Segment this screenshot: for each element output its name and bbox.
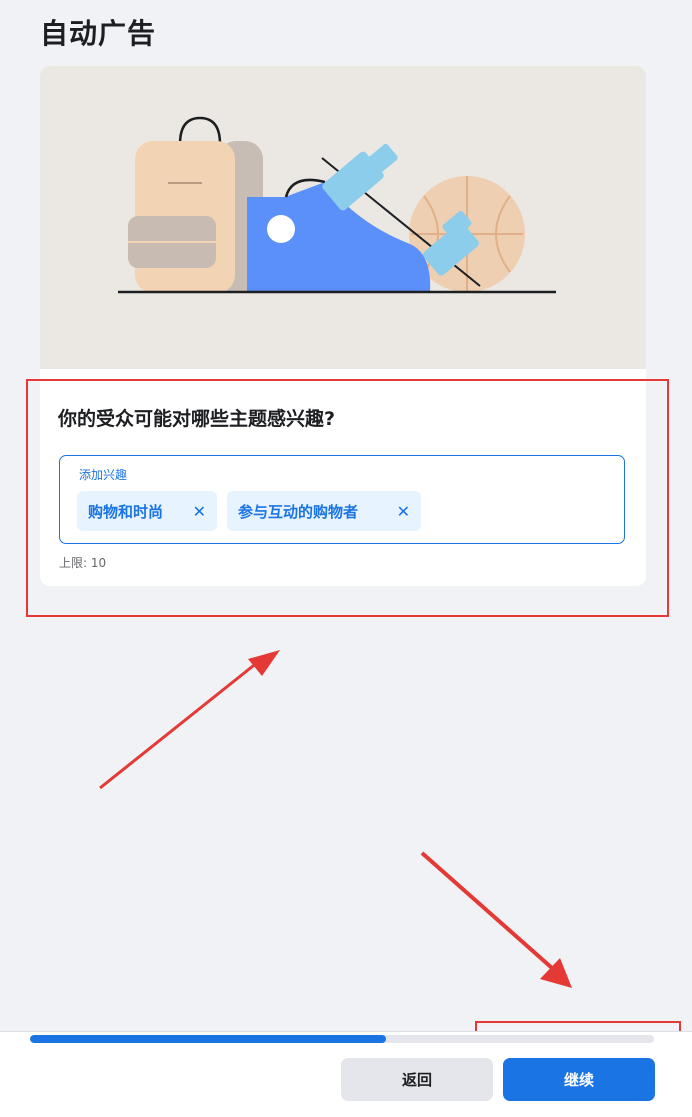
progress-bar (30, 1035, 654, 1043)
annotation-arrow-line (99, 660, 259, 790)
annotation-arrow-head (248, 650, 280, 676)
back-button[interactable]: 返回 (341, 1058, 493, 1101)
progress-fill (30, 1035, 386, 1043)
continue-button[interactable]: 继续 (503, 1058, 655, 1101)
annotation-arrows (99, 650, 572, 988)
footer-bar: 返回 继续 (0, 1031, 692, 1117)
annotation-arrow-line (420, 851, 554, 970)
